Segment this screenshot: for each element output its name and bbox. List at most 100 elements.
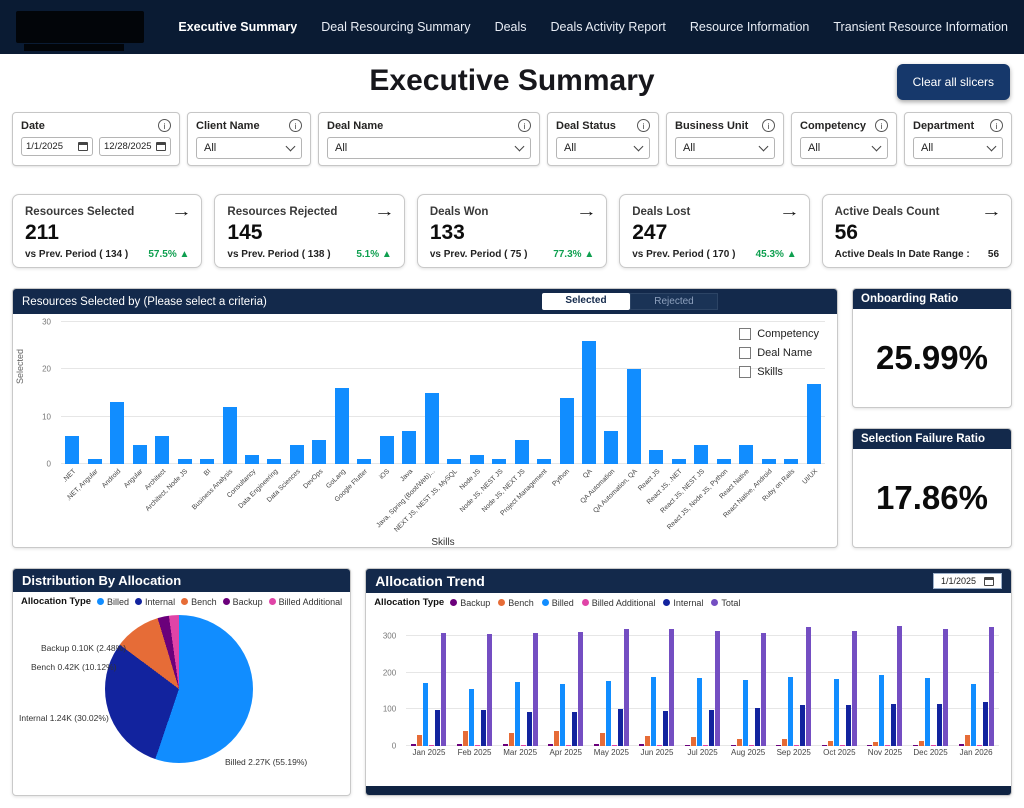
skills-bar[interactable]	[331, 322, 353, 464]
skills-bar[interactable]	[128, 322, 150, 464]
department-dropdown[interactable]: All	[913, 137, 1003, 159]
info-icon[interactable]: i	[637, 119, 650, 132]
clear-all-slicers-button[interactable]: Clear all slicers	[897, 64, 1010, 100]
checkbox-skills[interactable]: Skills	[739, 366, 819, 378]
trend-scrollbar[interactable]	[366, 786, 1011, 795]
info-icon[interactable]: i	[875, 119, 888, 132]
x-tick-label: Project Management	[500, 468, 549, 517]
legend-item-billed-additional[interactable]: Billed Additional	[582, 598, 656, 608]
legend-item-billed[interactable]: Billed	[97, 597, 129, 607]
skills-bar[interactable]	[376, 322, 398, 464]
trend-month-group[interactable]	[725, 618, 771, 746]
drillthrough-arrow-icon[interactable]: →	[171, 203, 192, 220]
trend-month-group[interactable]	[680, 618, 726, 746]
legend-item-backup[interactable]: Backup	[450, 598, 490, 608]
nav-tab-executive-summary[interactable]: Executive Summary	[178, 20, 297, 34]
skills-bar[interactable]	[241, 322, 263, 464]
business-unit-dropdown[interactable]: All	[675, 137, 775, 159]
skills-bar[interactable]	[173, 322, 195, 464]
nav-tab-resource-information[interactable]: Resource Information	[690, 20, 810, 34]
legend-dot	[498, 599, 505, 606]
drillthrough-arrow-icon[interactable]: →	[981, 203, 1002, 220]
legend-item-billed[interactable]: Billed	[542, 598, 574, 608]
skills-bar[interactable]	[398, 322, 420, 464]
nav-tab-deal-resourcing-summary[interactable]: Deal Resourcing Summary	[321, 20, 470, 34]
date-start-input[interactable]: 1/1/2025	[21, 137, 93, 156]
skills-bar[interactable]	[623, 322, 645, 464]
checkbox-deal-name[interactable]: Deal Name	[739, 347, 819, 359]
info-icon[interactable]: i	[762, 119, 775, 132]
trend-month-group[interactable]	[862, 618, 908, 746]
y-tick-label: 0	[47, 460, 51, 469]
legend-item-billed-additional[interactable]: Billed Additional	[269, 597, 343, 607]
deal-name-dropdown[interactable]: All	[327, 137, 531, 159]
skills-bar[interactable]	[263, 322, 285, 464]
skills-bar[interactable]	[286, 322, 308, 464]
trend-month-group[interactable]	[634, 618, 680, 746]
nav-tab-deals[interactable]: Deals	[495, 20, 527, 34]
drillthrough-arrow-icon[interactable]: →	[779, 203, 800, 220]
skills-bar[interactable]	[645, 322, 667, 464]
skills-bar[interactable]	[353, 322, 375, 464]
trend-bar-internal	[937, 704, 942, 746]
legend-item-bench[interactable]: Bench	[498, 598, 534, 608]
legend-item-internal[interactable]: Internal	[135, 597, 175, 607]
legend-item-total[interactable]: Total	[711, 598, 740, 608]
info-icon[interactable]: i	[518, 119, 531, 132]
competency-dropdown[interactable]: All	[800, 137, 888, 159]
deal-status-dropdown[interactable]: All	[556, 137, 650, 159]
drillthrough-arrow-icon[interactable]: →	[576, 203, 597, 220]
allocation-pie-chart[interactable]	[105, 615, 253, 763]
skills-bar[interactable]	[555, 322, 577, 464]
info-icon[interactable]: i	[990, 119, 1003, 132]
nav-tab-transient-resource-information[interactable]: Transient Resource Information	[833, 20, 1008, 34]
skills-bar[interactable]	[421, 322, 443, 464]
trend-month-group[interactable]	[452, 618, 498, 746]
skills-bar[interactable]	[533, 322, 555, 464]
skills-bar[interactable]	[488, 322, 510, 464]
info-icon[interactable]: i	[289, 119, 302, 132]
trend-bar-billed-additional	[931, 745, 936, 746]
trend-month-group[interactable]	[771, 618, 817, 746]
checkbox-competency[interactable]: Competency	[739, 328, 819, 340]
trend-date-slicer[interactable]: 1/1/2025	[933, 573, 1002, 589]
skills-bar[interactable]	[713, 322, 735, 464]
client-name-dropdown[interactable]: All	[196, 137, 302, 159]
skills-bar[interactable]	[218, 322, 240, 464]
trend-month-group[interactable]	[543, 618, 589, 746]
skills-bar[interactable]	[443, 322, 465, 464]
skills-bar[interactable]	[510, 322, 532, 464]
y-tick-label: 20	[42, 365, 51, 374]
legend-item-backup[interactable]: Backup	[223, 597, 263, 607]
legend-item-bench[interactable]: Bench	[181, 597, 217, 607]
trend-month-group[interactable]	[817, 618, 863, 746]
trend-month-group[interactable]	[953, 618, 999, 746]
skills-bar[interactable]	[151, 322, 173, 464]
skills-bar[interactable]	[600, 322, 622, 464]
trend-month-group[interactable]	[497, 618, 543, 746]
skills-bar[interactable]	[578, 322, 600, 464]
info-icon[interactable]: i	[158, 119, 171, 132]
skills-bar[interactable]	[308, 322, 330, 464]
skills-bar[interactable]	[690, 322, 712, 464]
skills-bar[interactable]	[83, 322, 105, 464]
x-tick-label: Jul 2025	[680, 748, 726, 757]
skills-bar[interactable]	[465, 322, 487, 464]
drillthrough-arrow-icon[interactable]: →	[374, 203, 395, 220]
skills-bar[interactable]	[668, 322, 690, 464]
toggle-selected[interactable]: Selected	[542, 293, 630, 310]
trend-month-group[interactable]	[589, 618, 635, 746]
trend-bar-total	[897, 626, 902, 746]
nav-tab-deals-activity-report[interactable]: Deals Activity Report	[551, 20, 666, 34]
trend-month-group[interactable]	[406, 618, 452, 746]
trend-month-group[interactable]	[908, 618, 954, 746]
toggle-rejected[interactable]: Rejected	[630, 293, 718, 310]
skills-bar[interactable]	[196, 322, 218, 464]
legend-item-internal[interactable]: Internal	[663, 598, 703, 608]
date-end-input[interactable]: 12/28/2025	[99, 137, 171, 156]
trend-bar-backup	[776, 745, 781, 746]
trend-bar-billed-additional	[977, 745, 982, 746]
bar-rect	[425, 393, 439, 464]
skills-bar[interactable]	[61, 322, 83, 464]
skills-bar[interactable]	[106, 322, 128, 464]
